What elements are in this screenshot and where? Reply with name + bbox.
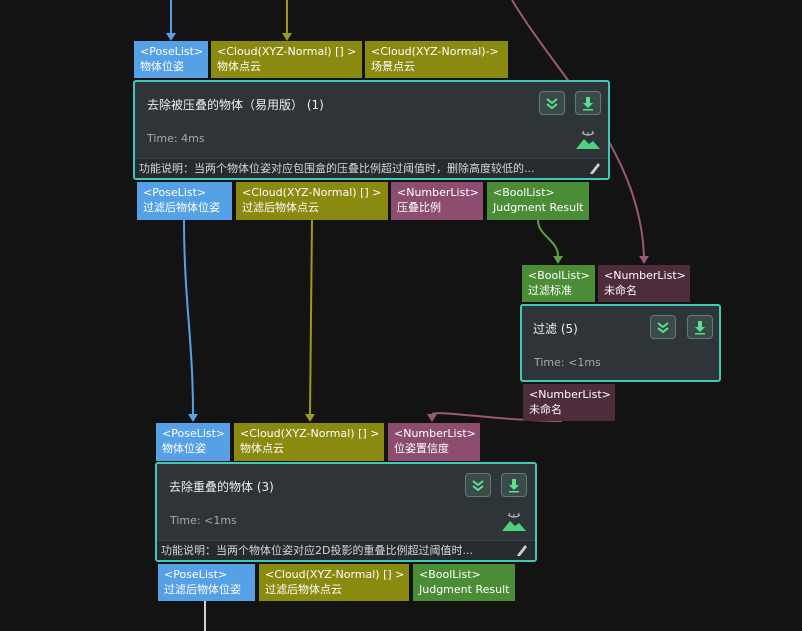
node1-input-port-cloud[interactable]: <Cloud(XYZ-Normal) [] > 物体点云 [211,41,362,78]
node-description: 功能说明：当两个物体位姿对应2D投影的重叠比例超过阈值时... [157,540,535,560]
port-type: <Cloud(XYZ-Normal) [] > [240,427,380,440]
node1-output-port-cloud[interactable]: <Cloud(XYZ-Normal) [] > 过滤后物体点云 [236,182,388,220]
node-description: 功能说明：当两个物体位姿对应包围盒的压叠比例超过阈值时，删除高度较低的... [135,158,608,178]
port-type: <Cloud(XYZ-Normal) [] > [217,45,357,58]
port-type: <PoseList> [162,427,226,440]
port-type: <BoolList> [528,269,590,282]
wire-cloud-to-node3 [309,219,313,415]
port-type: <NumberList> [604,269,686,282]
node1-output-port-judgment[interactable]: <BoolList> Judgment Result [487,182,589,220]
port-name: Judgment Result [419,583,510,596]
node-title: 过滤 (5) [533,322,578,336]
port-type: <Cloud(XYZ-Normal)-> [371,45,499,58]
node1-output-port-pose[interactable]: <PoseList> 过滤后物体位姿 [137,182,232,220]
port-type: <NumberList> [394,427,476,440]
port-name: 物体位姿 [140,60,184,73]
download-button[interactable] [501,473,527,497]
description-text: 功能说明：当两个物体位姿对应包围盒的压叠比例超过阈值时，删除高度较低的... [139,162,535,175]
arrow-bool-node2 [553,256,563,264]
node3-input-port-pose[interactable]: <PoseList> 物体位姿 [156,423,230,461]
arrow-pose-node1 [166,33,176,41]
port-name: 压叠比例 [397,201,441,214]
port-type: <PoseList> [143,186,207,199]
node2-output-port-number[interactable]: <NumberList> 未命名 [523,384,615,421]
port-name: 未命名 [529,403,562,416]
node3-output-port-cloud[interactable]: <Cloud(XYZ-Normal) [] > 过滤后物体点云 [259,564,409,601]
download-icon [695,321,705,335]
port-name: 物体点云 [240,442,284,455]
port-name: 物体位姿 [162,442,206,455]
node1-input-port-pose[interactable]: <PoseList> 物体位姿 [134,41,208,78]
download-icon [509,479,519,493]
collapse-button[interactable] [650,315,676,339]
node3-output-port-judgment[interactable]: <BoolList> Judgment Result [413,564,515,601]
collapse-button[interactable] [539,91,565,115]
port-type: <Cloud(XYZ-Normal) [] > [242,186,382,199]
port-name: 过滤后物体点云 [265,583,342,596]
collapse-button[interactable] [465,473,491,497]
port-type: <PoseList> [164,568,228,581]
node3-input-port-cloud[interactable]: <Cloud(XYZ-Normal) [] > 物体点云 [234,423,384,461]
node-filter[interactable]: 过滤 (5) Time: <1ms [520,304,721,382]
port-name: Judgment Result [493,201,584,214]
download-button[interactable] [687,315,713,339]
port-type: <BoolList> [419,568,481,581]
port-type: <NumberList> [397,186,479,199]
collapse-icon [657,322,669,334]
port-name: 位姿置信度 [394,442,449,455]
arrow-cloud-node3 [305,414,315,422]
node-remove-overlapping-objects[interactable]: 去除重叠的物体 (3) Time: <1ms 功能说明：当两个物体位姿对应2D投… [155,462,537,562]
collapse-icon [472,480,484,492]
node3-input-port-confidence[interactable]: <NumberList> 位姿置信度 [388,423,480,461]
mountain-icon [576,130,600,149]
node-time: Time: <1ms [170,514,237,527]
node1-input-port-scene-cloud[interactable]: <Cloud(XYZ-Normal)-> 场景点云 [365,41,508,78]
node-time: Time: 4ms [147,132,205,145]
node2-input-port-bool[interactable]: <BoolList> 过滤标准 [522,265,595,302]
collapse-icon [546,98,558,110]
port-name: 未命名 [604,284,637,297]
node2-input-port-number[interactable]: <NumberList> 未命名 [598,265,690,302]
arrow-number-node2 [639,256,649,264]
node1-output-port-overlap-ratio[interactable]: <NumberList> 压叠比例 [391,182,483,220]
port-name: 过滤标准 [528,284,572,297]
port-type: <Cloud(XYZ-Normal) [] > [265,568,405,581]
arrow-pose-node3 [188,414,198,422]
port-name: 场景点云 [371,60,415,73]
port-name: 物体点云 [217,60,261,73]
port-type: <PoseList> [140,45,204,58]
pen-icon[interactable] [515,543,529,557]
node-time: Time: <1ms [534,356,601,369]
arrow-number-node3 [427,414,437,422]
wire-bool-to-node2 [537,219,559,257]
port-name: 过滤后物体位姿 [164,583,241,596]
port-type: <BoolList> [493,186,555,199]
wire-pose-to-node3 [183,219,194,415]
pen-icon[interactable] [588,161,602,175]
node-title: 去除被压叠的物体（易用版） (1) [147,98,324,112]
arrow-cloud-node1 [282,33,292,41]
download-button[interactable] [575,91,601,115]
port-type: <NumberList> [529,388,611,401]
description-text: 功能说明：当两个物体位姿对应2D投影的重叠比例超过阈值时... [161,544,473,557]
node-remove-stacked-objects[interactable]: 去除被压叠的物体（易用版） (1) Time: 4ms 功能说明：当两个物体位姿… [133,80,610,180]
mountain-icon [502,512,526,531]
node-title: 去除重叠的物体 (3) [169,480,274,494]
port-name: 过滤后物体位姿 [143,201,220,214]
download-icon [583,97,593,111]
node3-output-port-pose[interactable]: <PoseList> 过滤后物体位姿 [158,564,255,601]
port-name: 过滤后物体点云 [242,201,319,214]
